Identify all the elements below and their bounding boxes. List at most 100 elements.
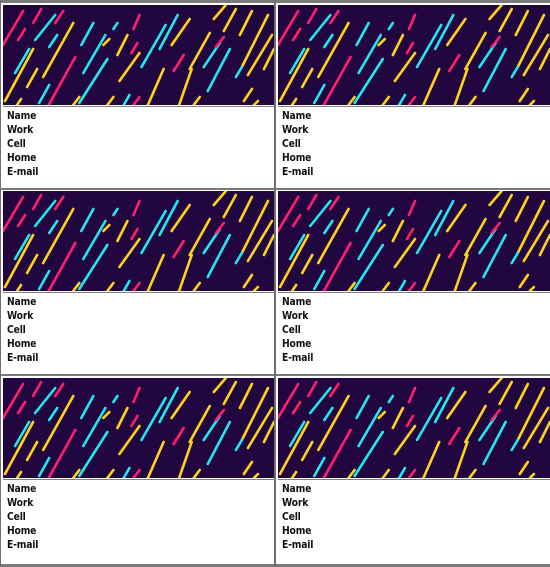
field-work-label: Work — [282, 310, 309, 322]
cyan-stripe — [510, 65, 520, 79]
yellow-stripe — [528, 99, 536, 105]
field-cell-label: Cell — [7, 324, 26, 336]
pink-stripe — [329, 382, 340, 398]
field-email-label: E-mail — [7, 352, 39, 364]
yellow-stripe — [222, 7, 238, 33]
yellow-stripe — [514, 195, 530, 223]
card-fields: Name Work Cell Home E-mail — [3, 292, 274, 374]
yellow-stripe — [522, 33, 550, 77]
yellow-stripe — [514, 382, 530, 410]
yellow-stripe — [177, 253, 194, 291]
contact-card: Name Work Cell Home E-mail — [278, 5, 550, 188]
contact-card: Name Work Cell Home E-mail — [278, 378, 550, 563]
yellow-stripe — [106, 95, 115, 105]
pink-stripe — [407, 468, 417, 478]
yellow-stripe — [106, 281, 115, 291]
cyan-stripe — [37, 456, 51, 478]
field-email-label: E-mail — [282, 166, 314, 178]
yellow-stripe — [102, 37, 111, 47]
yellow-stripe — [242, 460, 254, 476]
pink-stripe — [405, 414, 415, 428]
yellow-stripe — [262, 47, 274, 71]
pink-stripe — [130, 414, 139, 428]
pink-stripe — [405, 41, 415, 55]
yellow-stripe — [518, 87, 530, 103]
field-cell-label: Cell — [7, 511, 26, 523]
pink-stripe — [130, 227, 139, 241]
pink-stripe — [291, 213, 302, 228]
cyan-stripe — [122, 466, 131, 478]
cyan-stripe — [355, 394, 370, 420]
pink-stripe — [47, 241, 77, 291]
pink-stripe — [214, 221, 226, 235]
pink-stripe — [490, 408, 501, 422]
cyan-stripe — [79, 207, 95, 233]
yellow-stripe — [538, 233, 550, 257]
cyan-stripe — [387, 394, 395, 404]
card-banner-pattern — [278, 191, 550, 291]
yellow-stripe — [468, 281, 477, 291]
cyan-stripe — [355, 207, 370, 233]
yellow-stripe — [102, 223, 111, 233]
diagonal-stripes-graphic — [3, 5, 274, 105]
yellow-stripe — [453, 253, 469, 291]
cyan-stripe — [33, 199, 57, 228]
field-home-label: Home — [282, 152, 312, 164]
cyan-stripe — [77, 57, 109, 105]
yellow-stripe — [146, 67, 165, 105]
yellow-stripe — [522, 406, 550, 450]
yellow-stripe — [177, 440, 194, 478]
diagonal-stripes-graphic — [3, 191, 274, 291]
pink-stripe — [16, 27, 27, 42]
cyan-stripe — [47, 406, 59, 422]
cyan-stripe — [510, 251, 520, 265]
card-banner-pattern — [278, 378, 550, 478]
yellow-stripe — [514, 9, 530, 37]
yellow-stripe — [391, 219, 405, 243]
pink-stripe — [322, 55, 352, 105]
card-banner-pattern — [278, 5, 550, 105]
cyan-stripe — [77, 430, 109, 478]
cyan-stripe — [79, 21, 95, 47]
yellow-stripe — [453, 67, 469, 105]
card-banner-pattern — [3, 191, 274, 291]
cyan-stripe — [234, 251, 244, 265]
cyan-stripe — [122, 279, 131, 291]
field-cell-label: Cell — [7, 138, 26, 150]
yellow-stripe — [3, 47, 35, 103]
yellow-stripe — [116, 219, 129, 243]
pink-stripe — [130, 41, 139, 55]
contact-card: Name Work Cell Home E-mail — [3, 5, 274, 188]
pink-stripe — [278, 9, 300, 47]
yellow-stripe — [242, 273, 254, 289]
pink-stripe — [329, 195, 340, 211]
pink-stripe — [3, 9, 25, 47]
cyan-stripe — [397, 279, 407, 291]
grid-divider-vertical — [0, 0, 1, 567]
yellow-stripe — [381, 281, 391, 291]
cyan-stripe — [353, 430, 385, 478]
cyan-stripe — [387, 207, 395, 217]
pink-stripe — [306, 193, 318, 211]
pink-stripe — [447, 53, 461, 73]
cyan-stripe — [33, 13, 57, 42]
card-fields: Name Work Cell Home E-mail — [3, 106, 274, 188]
pink-stripe — [407, 386, 417, 404]
pink-stripe — [3, 382, 25, 420]
field-cell-label: Cell — [282, 138, 301, 150]
yellow-stripe — [278, 233, 310, 289]
yellow-stripe — [118, 424, 141, 456]
field-name-label: Name — [7, 483, 37, 495]
cyan-stripe — [312, 269, 326, 291]
card-fields: Name Work Cell Home E-mail — [278, 106, 550, 188]
cyan-stripe — [112, 207, 119, 217]
pink-stripe — [490, 35, 501, 49]
yellow-stripe — [252, 285, 260, 291]
yellow-stripe — [3, 233, 35, 289]
yellow-stripe — [468, 468, 477, 478]
cyan-stripe — [112, 21, 119, 31]
yellow-stripe — [498, 380, 514, 406]
field-work-label: Work — [7, 497, 34, 509]
yellow-stripe — [468, 95, 477, 105]
cyan-stripe — [77, 243, 109, 291]
